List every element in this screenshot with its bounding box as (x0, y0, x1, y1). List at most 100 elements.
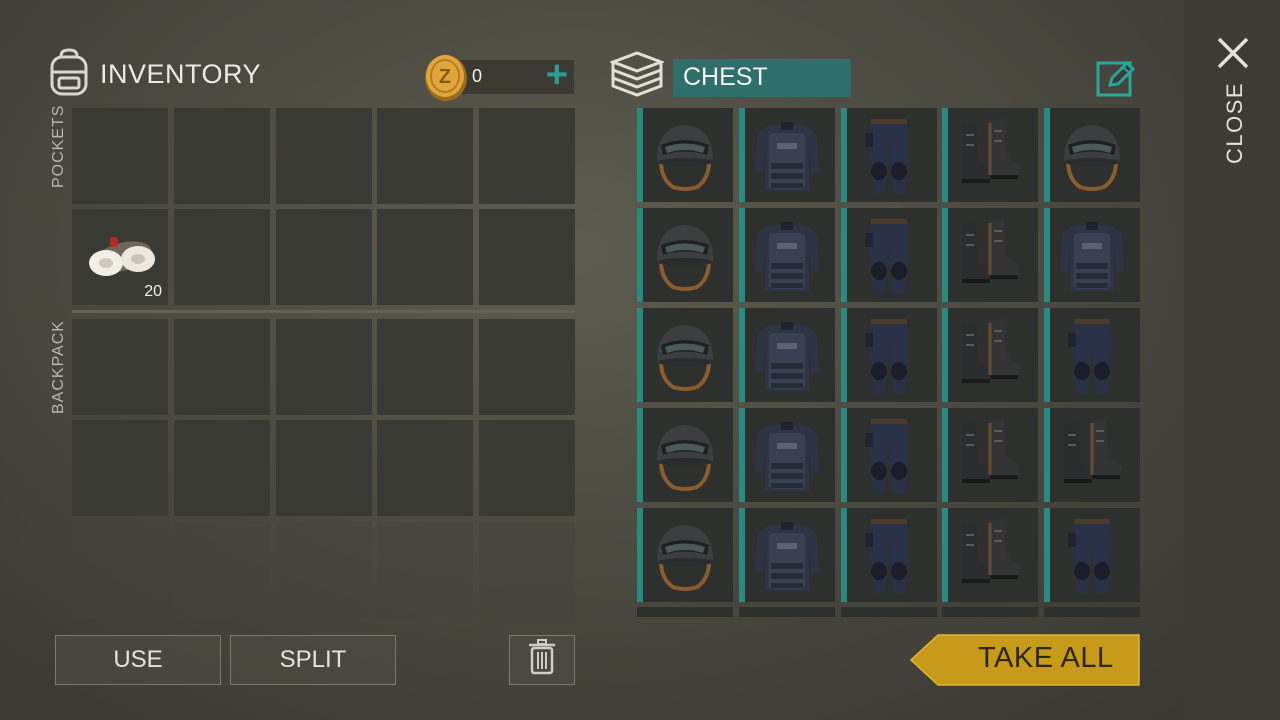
backpack-slot[interactable] (377, 319, 473, 415)
item-durability-bar (942, 108, 948, 202)
backpack-slot[interactable] (479, 319, 575, 415)
chest-slot[interactable] (739, 508, 835, 602)
item-durability-bar (637, 508, 643, 602)
chest-slot[interactable] (1044, 108, 1140, 202)
coin-count: 0 (472, 66, 483, 86)
backpack-slot[interactable] (174, 420, 270, 516)
chest-slot[interactable] (1044, 308, 1140, 402)
chest-slot[interactable] (841, 508, 937, 602)
backpack-slot-locked (72, 522, 168, 618)
item-durability-bar (739, 308, 745, 402)
use-button[interactable]: USE (55, 635, 221, 685)
item-durability-bar (1044, 408, 1050, 502)
chest-slot[interactable] (942, 308, 1038, 402)
item-durability-bar (841, 408, 847, 502)
take-all-label: TAKE ALL (978, 642, 1114, 674)
chest-slot-partial (942, 607, 1038, 617)
pocket-slot[interactable] (72, 108, 168, 204)
split-button[interactable]: SPLIT (230, 635, 396, 685)
item-durability-bar (942, 208, 948, 302)
chest-slot[interactable] (1044, 508, 1140, 602)
pocket-slot[interactable] (174, 108, 270, 204)
chest-slot[interactable] (841, 108, 937, 202)
edit-pencil-icon (1096, 60, 1136, 101)
item-durability-bar (841, 308, 847, 402)
chest-slot[interactable] (841, 208, 937, 302)
backpack-slot[interactable] (479, 420, 575, 516)
item-durability-bar (942, 308, 948, 402)
backpack-slot[interactable] (377, 420, 473, 516)
chest-slot-partial (739, 607, 835, 617)
pocket-slot[interactable] (276, 108, 372, 204)
chest-slot[interactable] (1044, 208, 1140, 302)
chest-slot[interactable] (1044, 408, 1140, 502)
svg-text:Z: Z (439, 66, 451, 88)
split-button-label: SPLIT (279, 646, 347, 673)
item-durability-bar (942, 408, 948, 502)
backpack-slot[interactable] (72, 319, 168, 415)
chest-slot[interactable] (942, 408, 1038, 502)
rename-chest-button[interactable] (1096, 59, 1136, 97)
item-durability-bar (637, 208, 643, 302)
pocket-slot-bandage[interactable]: 20 (72, 209, 168, 305)
pocket-slot[interactable] (377, 108, 473, 204)
close-icon[interactable] (1216, 36, 1250, 75)
close-label[interactable]: CLOSE (1222, 82, 1248, 164)
chest-title: CHEST (683, 63, 768, 91)
coin-counter: Z 0 + (424, 55, 574, 101)
backpack-slot-locked (377, 522, 473, 618)
trash-icon (528, 638, 556, 682)
backpack-slot[interactable] (276, 319, 372, 415)
item-durability-bar (739, 208, 745, 302)
backpack-slot-locked (479, 522, 575, 618)
backpack-slot[interactable] (174, 319, 270, 415)
backpack-icon (46, 47, 92, 101)
chest-slot[interactable] (942, 208, 1038, 302)
chest-slot[interactable] (841, 408, 937, 502)
backpack-slot[interactable] (276, 420, 372, 516)
chest-slot-partial (841, 607, 937, 617)
chest-slot[interactable] (637, 508, 733, 602)
chest-slot[interactable] (637, 108, 733, 202)
item-durability-bar (739, 108, 745, 202)
trash-button[interactable] (509, 635, 575, 685)
item-durability-bar (841, 508, 847, 602)
pocket-slot[interactable] (377, 209, 473, 305)
backpack-slot[interactable] (72, 420, 168, 516)
pockets-label: POCKETS (50, 104, 67, 188)
item-durability-bar (739, 408, 745, 502)
item-durability-bar (637, 108, 643, 202)
item-durability-bar (1044, 308, 1050, 402)
chest-slot[interactable] (637, 208, 733, 302)
chest-slot[interactable] (841, 308, 937, 402)
backpack-slot-locked (174, 522, 270, 618)
chest-slot[interactable] (942, 508, 1038, 602)
inventory-header: INVENTORY (46, 47, 261, 101)
pocket-slot[interactable] (276, 209, 372, 305)
item-durability-bar (739, 508, 745, 602)
take-all-button[interactable]: TAKE ALL (910, 634, 1140, 686)
backpack-label: BACKPACK (50, 320, 67, 414)
bandage-icon (82, 233, 158, 286)
chest-slot[interactable] (942, 108, 1038, 202)
item-durability-bar (841, 208, 847, 302)
chest-slot[interactable] (739, 208, 835, 302)
pocket-slot[interactable] (479, 209, 575, 305)
coin-icon: Z (424, 52, 470, 107)
chest-slot[interactable] (637, 408, 733, 502)
chest-slot[interactable] (739, 408, 835, 502)
item-durability-bar (637, 308, 643, 402)
chest-slot[interactable] (739, 108, 835, 202)
pocket-slot[interactable] (479, 108, 575, 204)
add-coins-button[interactable]: + (546, 56, 568, 94)
chest-slot[interactable] (637, 308, 733, 402)
backpack-slot-locked (276, 522, 372, 618)
pocket-slot[interactable] (174, 209, 270, 305)
chest-slot[interactable] (739, 308, 835, 402)
item-durability-bar (841, 108, 847, 202)
chest-slot-partial (1044, 607, 1140, 617)
use-button-label: USE (113, 646, 163, 673)
inventory-divider (72, 310, 575, 313)
chest-stack-icon (608, 50, 666, 103)
item-durability-bar (1044, 208, 1050, 302)
